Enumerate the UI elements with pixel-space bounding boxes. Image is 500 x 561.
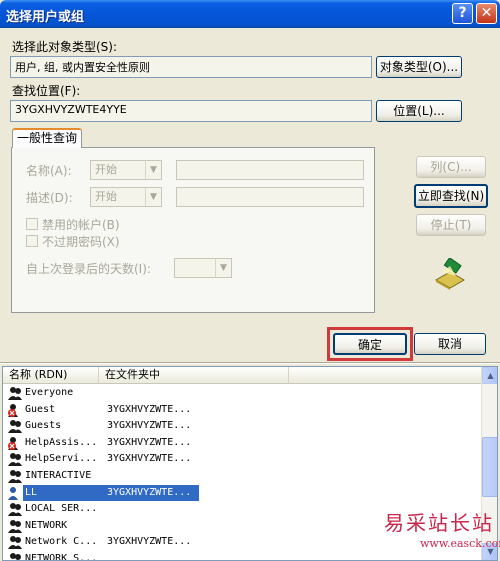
item-folder: 3YGXHVYZWTE... [107, 436, 192, 448]
stop-button[interactable]: 停止(T) [416, 214, 486, 236]
no-expire-password-label: 不过期密码(X) [42, 235, 120, 249]
chevron-down-icon: ▼ [145, 188, 161, 206]
disabled-accounts-checkbox[interactable] [26, 218, 38, 230]
user-icon [7, 486, 22, 500]
group-icon [7, 452, 22, 467]
object-types-button[interactable]: 对象类型(O)... [376, 56, 462, 78]
description-input[interactable] [176, 187, 364, 207]
scroll-up-icon[interactable]: ▲ [482, 367, 497, 384]
common-queries-panel: 名称(A): 开始 ▼ 描述(D): 开始 ▼ 禁用的帐户(B) 不过期密码(X… [11, 147, 375, 313]
title-bar: 选择用户或组 ? ✕ [0, 0, 500, 28]
name-label: 名称(A): [26, 164, 72, 178]
item-name: NETWORK S... [25, 553, 98, 561]
ok-highlight-frame [327, 327, 413, 361]
chevron-down-icon: ▼ [145, 161, 161, 179]
description-mode-select[interactable]: 开始 ▼ [90, 187, 162, 207]
columns-button[interactable]: 列(C)... [416, 156, 486, 178]
item-folder: 3YGXHVYZWTE... [107, 536, 192, 548]
item-folder: 3YGXHVYZWTE... [107, 403, 192, 415]
group-icon [7, 386, 22, 400]
results-header: 名称 (RDN) 在文件夹中 [3, 367, 481, 384]
item-name: HelpServi... [25, 453, 98, 465]
name-mode-value: 开始 [95, 163, 117, 176]
days-since-login-label: 自上次登录后的天数(I): [26, 262, 151, 276]
item-name: Guests [25, 420, 62, 432]
list-item[interactable]: Guest 3YGXHVYZWTE... [3, 402, 481, 418]
group-icon [7, 519, 22, 533]
scroll-thumb[interactable] [482, 437, 497, 497]
tab-common-queries[interactable]: 一般性查询 [12, 128, 82, 148]
group-icon [7, 552, 22, 560]
cancel-button[interactable]: 取消 [414, 333, 486, 355]
description-mode-value: 开始 [95, 190, 117, 203]
group-icon [7, 502, 22, 517]
item-name: Guest [25, 403, 56, 415]
item-folder: 3YGXHVYZWTE... [107, 420, 192, 432]
column-header-name[interactable]: 名称 (RDN) [3, 367, 99, 384]
name-input[interactable] [176, 160, 364, 180]
item-folder: 3YGXHVYZWTE... [107, 486, 192, 498]
list-item[interactable]: LL 3YGXHVYZWTE... [3, 484, 481, 501]
column-header-folder[interactable]: 在文件夹中 [99, 367, 289, 384]
watermark: 易采站长站 www.easck.com [384, 507, 500, 550]
no-expire-password-checkbox[interactable] [26, 235, 38, 247]
list-item[interactable]: NETWORK S... [3, 551, 481, 561]
group-icon [7, 419, 22, 434]
list-item[interactable]: Network C... 3YGXHVYZWTE... [3, 534, 481, 550]
divider [0, 362, 500, 364]
list-item[interactable]: Guests 3YGXHVYZWTE... [3, 418, 481, 434]
find-now-button[interactable]: 立即查找(N) [414, 184, 488, 208]
location-field: 3YGXHVYZWTE4YYE [10, 100, 372, 122]
list-item[interactable]: HelpAssis... 3YGXHVYZWTE... [3, 435, 481, 451]
item-name: HelpAssis... [25, 436, 98, 448]
window-title: 选择用户或组 [6, 10, 85, 25]
list-item[interactable]: Everyone [3, 385, 481, 401]
locations-button[interactable]: 位置(L)... [376, 100, 462, 122]
help-button[interactable]: ? [452, 3, 473, 24]
disabled-user-icon [7, 403, 22, 417]
item-name: Everyone [25, 387, 74, 398]
item-name: INTERACTIVE [25, 470, 92, 481]
close-button[interactable]: ✕ [476, 3, 497, 24]
list-item[interactable]: INTERACTIVE [3, 468, 481, 484]
object-type-field: 用户, 组, 或内置安全性原则 [10, 56, 372, 78]
watermark-title: 易采站长站 [384, 511, 494, 535]
location-label: 查找位置(F): [12, 84, 81, 98]
item-name: NETWORK [25, 519, 68, 531]
watermark-url: www.easck.com [420, 537, 500, 550]
list-item[interactable]: HelpServi... 3YGXHVYZWTE... [3, 451, 481, 467]
item-folder: 3YGXHVYZWTE... [107, 453, 192, 465]
item-name: Network C... [25, 536, 98, 548]
days-since-login-select[interactable]: ▼ [174, 258, 232, 278]
chevron-down-icon: ▼ [215, 259, 231, 277]
item-name: LOCAL SER... [25, 503, 98, 515]
disabled-user-icon [7, 436, 22, 450]
search-folder-icon [434, 258, 466, 290]
name-mode-select[interactable]: 开始 ▼ [90, 160, 162, 180]
object-type-label: 选择此对象类型(S): [12, 40, 118, 54]
group-icon [7, 535, 22, 550]
description-label: 描述(D): [26, 191, 73, 205]
disabled-accounts-label: 禁用的帐户(B) [42, 218, 120, 232]
group-icon [7, 469, 22, 483]
item-name: LL [25, 486, 38, 498]
